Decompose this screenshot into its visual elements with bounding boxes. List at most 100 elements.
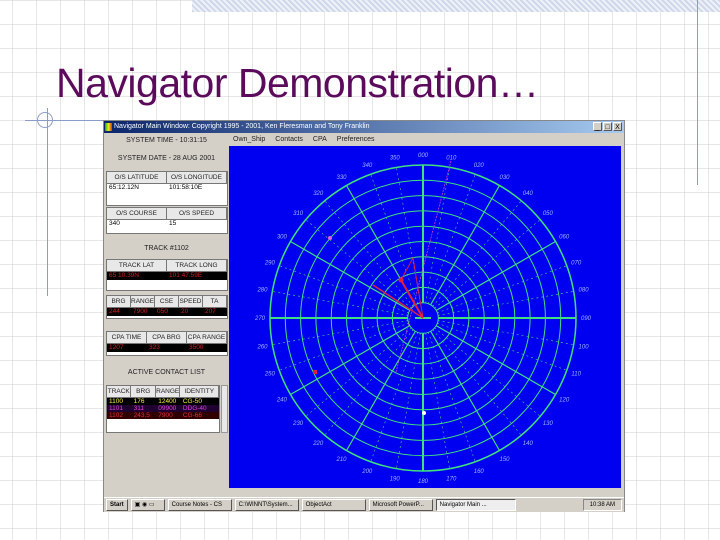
menu-contacts[interactable]: Contacts [275, 133, 303, 146]
value: 20 [181, 308, 189, 315]
system-date: SYSTEM DATE - 28 AUG 2001 [117, 155, 216, 162]
contact-cell: 1100 [109, 398, 123, 405]
app-icon [105, 123, 112, 131]
close-button[interactable]: X [613, 122, 622, 131]
taskbar-item[interactable]: Microsoft PowerP... [368, 499, 433, 511]
bearing-label: 190 [390, 477, 401, 483]
bearing-label: 220 [312, 441, 324, 447]
menu-cpa[interactable]: CPA [313, 133, 327, 146]
own-position-box: O/S LATITUDE O/S LONGITUDE 65:12.12N 101:5… [106, 171, 228, 206]
bearing-label: 320 [313, 191, 324, 197]
value: 1207 [109, 344, 124, 351]
header: CSE [155, 296, 179, 307]
header: CPA RANGE [187, 332, 227, 343]
contact-list[interactable]: TRACK BRG RANGE IDENTITY 1100 176 12400 CG-50 1… [106, 385, 220, 433]
bearing-label: 150 [499, 457, 510, 463]
bearing-line [425, 332, 450, 469]
bearing-label: 180 [418, 479, 429, 485]
track-data-box: BRG RANGE CSE SPEED TA 244 7900 050 20 207 [106, 295, 228, 319]
bearing-label: 330 [336, 175, 347, 181]
radar-display[interactable]: 000 010 020 030 040 050 060 070 080 090 100 110 120 1… [229, 146, 621, 488]
bearing-line [272, 320, 409, 345]
value: 207 [205, 308, 216, 315]
header: TA [203, 296, 227, 307]
course-value: 340 [109, 220, 120, 227]
value: 244 [109, 308, 120, 315]
speed-value: 15 [169, 220, 177, 227]
window-titlebar[interactable]: Navigator Main Window: Copyright 1995 - … [104, 121, 624, 133]
bearing-label: 260 [256, 344, 268, 350]
header: RANGE [156, 386, 181, 397]
system-time: SYSTEM TIME - 10:31:15 [126, 137, 207, 144]
bearing-label: 050 [543, 211, 554, 217]
contact-cell: 176 [133, 398, 145, 405]
header: TRACK [107, 386, 132, 397]
bearing-label: 200 [361, 469, 373, 475]
header: SPEED [179, 296, 203, 307]
bearing-label: 340 [362, 163, 373, 169]
track-position-box: TRACK LAT TRACK LONG 65 10.39N 101 47.59E [106, 259, 228, 291]
track-lat-value: 65 10.39N [109, 272, 139, 279]
taskbar-item[interactable]: ObjectAct [301, 499, 366, 511]
maximize-button[interactable]: □ [603, 122, 612, 131]
header: O/S COURSE [107, 208, 167, 219]
bearing-label: 350 [390, 155, 401, 161]
contact-row[interactable]: 1100 176 12400 CG-50 [107, 398, 219, 405]
bearing-label: 040 [523, 191, 534, 197]
contact-list-scrollbar[interactable] [221, 385, 228, 433]
header: O/S LONGITUDE [167, 172, 227, 183]
longitude-value: 101:58:10E [169, 184, 203, 191]
cpa-box: CPA TIME CPA BRG CPA RANGE 1207 323 3500 [106, 331, 228, 356]
own-motion-box: O/S COURSE O/S SPEED 340 15 [106, 207, 228, 234]
bearing-label: 070 [571, 260, 582, 266]
header: CPA BRG [147, 332, 187, 343]
track-label: TRACK #1102 [144, 245, 189, 252]
decor-line [47, 108, 48, 296]
header: BRG [107, 296, 131, 307]
bearing-label: 080 [579, 288, 590, 294]
bearing-label: 100 [579, 344, 590, 350]
decor-line [697, 0, 698, 185]
taskbar: Start ▣ ◉ ▭ Course Notes - CS C:\WINNT\S… [104, 497, 624, 512]
contact-cell: 1102 [109, 412, 123, 419]
menu-preferences[interactable]: Preferences [337, 133, 375, 146]
bearing-label: 090 [581, 316, 592, 322]
bearing-label: 280 [256, 288, 268, 294]
contact-row[interactable]: 1102 243.5 7900 CG-66 [107, 412, 219, 419]
menu-own-ship[interactable]: Own_Ship [233, 133, 265, 146]
header: BRG [131, 386, 156, 397]
contact-cell: 12400 [158, 398, 177, 405]
bearing-label: 300 [277, 235, 288, 241]
info-panel: SYSTEM TIME - 10:31:15 SYSTEM DATE - 28 … [104, 133, 229, 498]
contact-cell: 243.5 [133, 412, 150, 419]
bearing-label: 060 [559, 235, 570, 241]
navigator-window: Navigator Main Window: Copyright 1995 - … [103, 120, 625, 512]
taskbar-item[interactable]: C:\WINNT\System... [234, 499, 299, 511]
start-button[interactable]: Start [106, 499, 128, 511]
radar-plot[interactable]: 000 010 020 030 040 050 060 070 080 090 100 110 120 1… [229, 146, 621, 488]
quick-launch[interactable]: ▣ ◉ ▭ [130, 499, 165, 511]
contact-cell: DDG-40 [182, 405, 207, 412]
decor-circle [37, 112, 53, 128]
bearing-label: 120 [559, 398, 570, 404]
bearing-label: 010 [446, 155, 457, 161]
header: RANGE [131, 296, 155, 307]
contact-cell: 1101 [109, 405, 123, 412]
taskbar-item-active[interactable]: Navigator Main ... [435, 499, 516, 511]
bearing-line [437, 320, 574, 345]
contact-1102 [313, 370, 317, 374]
taskbar-item[interactable]: Course Notes - CS [167, 499, 232, 511]
bearing-line [425, 167, 450, 304]
contact-row[interactable]: 1101 311 09900 DDG-40 [107, 405, 219, 412]
contact-list-label: ACTIVE CONTACT LIST [127, 369, 206, 376]
contact-cell: 7900 [158, 412, 173, 419]
value: 3500 [189, 344, 204, 351]
bearing-label: 160 [474, 469, 485, 475]
system-clock: 10:38 AM [582, 499, 622, 511]
bearing-label: 020 [474, 163, 485, 169]
bearing-label: 240 [276, 398, 288, 404]
header: O/S LATITUDE [107, 172, 167, 183]
header-decoration-band [192, 0, 720, 12]
minimize-button[interactable]: _ [593, 122, 602, 131]
contact-cell: 09900 [158, 405, 177, 412]
